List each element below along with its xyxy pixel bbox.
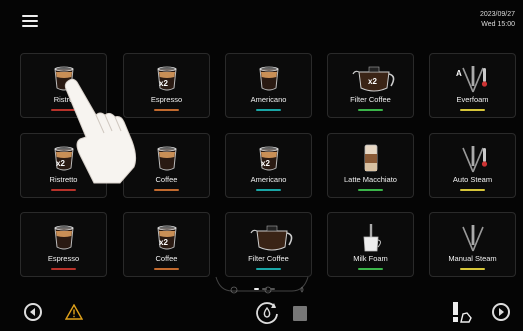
top-bar: 2023/09/27 Wed 15:00 (0, 0, 523, 40)
beverage-label: Coffee (155, 175, 178, 184)
pager-dots (254, 277, 278, 295)
beverage-tile-latte-macchiato[interactable]: Latte Macchiato (327, 133, 414, 198)
accent-bar (256, 268, 281, 270)
accent-bar (154, 109, 179, 111)
beverage-label: Americano (250, 95, 287, 104)
accent-bar (460, 109, 485, 111)
beverage-tile-americano[interactable]: Americano (225, 53, 312, 118)
beverage-label: Ristre (53, 95, 74, 104)
espresso-cup-icon (44, 223, 84, 253)
beverage-label: Filter Coffee (350, 95, 391, 104)
beverage-label: Milk Foam (353, 254, 388, 263)
beverage-tile-espresso[interactable]: x2 Espresso (123, 53, 210, 118)
svg-text:x2: x2 (261, 159, 270, 168)
beverage-tile-ristretto[interactable]: x2 Ristretto (20, 133, 107, 198)
accent-bar (51, 109, 76, 111)
pager-dot (270, 288, 275, 290)
americano-cup-icon (249, 64, 289, 94)
accent-bar (256, 189, 281, 191)
beverage-label: Everfoam (456, 95, 489, 104)
steam-wand-icon (453, 223, 493, 253)
svg-text:x2: x2 (368, 77, 377, 86)
accent-bar (154, 268, 179, 270)
milk-foam-icon (351, 223, 391, 253)
beverage-tile-coffee[interactable]: x2 Coffee (123, 212, 210, 277)
rinse-icon (256, 302, 278, 324)
beverage-label: Latte Macchiato (344, 175, 397, 184)
service-icon[interactable] (449, 300, 475, 331)
beverage-label: Filter Coffee (248, 254, 289, 263)
stop-button[interactable] (293, 306, 307, 321)
espresso-cup-icon (44, 64, 84, 94)
filter-coffee-pot-icon (249, 223, 292, 253)
date-label: 2023/09/27 (479, 11, 515, 18)
beverage-label: Ristretto (49, 175, 78, 184)
bottom-bar (0, 296, 523, 331)
latte-glass-icon (351, 144, 391, 174)
accent-bar (460, 268, 485, 270)
warning-icon[interactable] (64, 303, 84, 325)
steam-wand-thermometer-icon (453, 144, 493, 174)
double-coffee-cup-icon: x2 (147, 223, 187, 253)
rinse-button[interactable] (254, 300, 280, 331)
accent-bar (358, 109, 383, 111)
datetime: 2023/09/27 Wed 15:00 (480, 10, 515, 30)
beverage-label: Coffee (155, 254, 178, 263)
pager-dot (254, 288, 259, 290)
beverage-label: Americano (250, 175, 287, 184)
beverage-tile-auto-steam[interactable]: Auto Steam (429, 133, 516, 198)
beverage-tile-espresso[interactable]: Espresso (20, 212, 107, 277)
beverage-label: Espresso (47, 254, 80, 263)
beverage-tile-milk-foam[interactable]: Milk Foam (327, 212, 414, 277)
steam-wand-thermometer-icon: A (453, 64, 493, 94)
previous-page-button[interactable] (24, 303, 42, 321)
beverage-tile-everfoam[interactable]: A Everfoam (429, 53, 516, 118)
beverage-tile-ristretto[interactable]: Ristre (20, 53, 107, 118)
beverage-tile-filter-coffee[interactable]: Filter Coffee (225, 212, 312, 277)
pager-dot (262, 288, 267, 290)
svg-text:A: A (456, 69, 462, 78)
accent-bar (358, 268, 383, 270)
beverage-label: Espresso (150, 95, 183, 104)
accent-bar (51, 189, 76, 191)
beverage-label: Auto Steam (452, 175, 493, 184)
accent-bar (358, 189, 383, 191)
page-indicator (214, 275, 310, 297)
beverage-tile-coffee[interactable]: Coffee (123, 133, 210, 198)
left-arrow-icon (30, 308, 35, 316)
double-espresso-cup-icon: x2 (147, 64, 187, 94)
beverage-label: Manual Steam (448, 254, 497, 263)
coffee-cup-icon (147, 144, 187, 174)
double-filter-coffee-pot-icon: x2 (351, 64, 394, 94)
beverage-tile-filter-coffee[interactable]: x2 Filter Coffee (327, 53, 414, 118)
accent-bar (256, 109, 281, 111)
double-ristretto-cup-icon: x2 (44, 144, 84, 174)
beverage-tile-americano[interactable]: x2 Americano (225, 133, 312, 198)
svg-text:x2: x2 (56, 159, 65, 168)
svg-text:x2: x2 (159, 238, 168, 247)
next-page-button[interactable] (492, 303, 510, 321)
accent-bar (154, 189, 179, 191)
svg-text:x2: x2 (159, 79, 168, 88)
double-americano-cup-icon: x2 (249, 144, 289, 174)
accent-bar (460, 189, 485, 191)
menu-icon[interactable] (22, 15, 38, 27)
beverage-tile-manual-steam[interactable]: Manual Steam (429, 212, 516, 277)
day-time-label: Wed 15:00 (481, 21, 515, 28)
accent-bar (51, 268, 76, 270)
right-arrow-icon (499, 308, 504, 316)
